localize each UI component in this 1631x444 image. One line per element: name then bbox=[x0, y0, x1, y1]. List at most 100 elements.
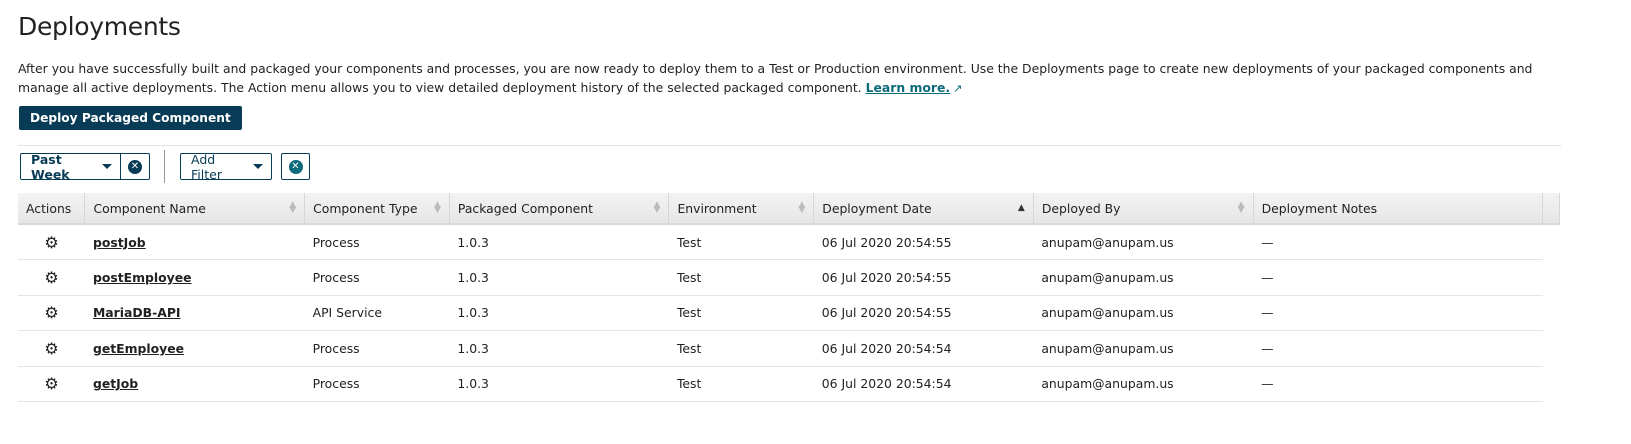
spacer-cell bbox=[1543, 331, 1560, 367]
deployment-date-cell: 06 Jul 2020 20:54:54 bbox=[813, 330, 1034, 367]
close-circle-icon: ✕ bbox=[128, 159, 142, 174]
component-name-cell: postEmployee bbox=[84, 259, 305, 296]
component-name-link[interactable]: postEmployee bbox=[93, 270, 192, 285]
deployed-by-cell: anupam@anupam.us bbox=[1033, 366, 1254, 402]
chevron-down-icon bbox=[253, 164, 263, 169]
column-header-deployed-by[interactable]: Deployed By ▲ ▼ bbox=[1033, 193, 1254, 225]
component-type-cell: API Service bbox=[304, 295, 450, 331]
component-name-cell: postJob bbox=[84, 224, 305, 260]
packaged-component-cell: 1.0.3 bbox=[449, 259, 669, 296]
packaged-component-cell: 1.0.3 bbox=[449, 224, 669, 260]
packaged-component-cell: 1.0.3 bbox=[449, 330, 669, 367]
table-row: ⚙ MariaDB-API API Service 1.0.3 Test 06 Jul 2… bbox=[18, 295, 1560, 331]
component-name-link[interactable]: getJob bbox=[93, 376, 138, 391]
header-label: Component Name bbox=[93, 200, 206, 216]
deployed-by-cell: anupam@anupam.us bbox=[1033, 330, 1254, 367]
page-description: After you have successfully built and pa… bbox=[18, 59, 1578, 98]
deployed-by-cell: anupam@anupam.us bbox=[1033, 295, 1254, 331]
add-filter-content: Add Filter bbox=[181, 152, 271, 182]
deployment-notes-cell: — bbox=[1253, 366, 1543, 402]
column-header-environment[interactable]: Environment ▲ ▼ bbox=[668, 193, 815, 225]
environment-cell: Test bbox=[668, 366, 814, 402]
clear-all-filters-button[interactable]: ✕ bbox=[281, 153, 310, 180]
time-range-label: Past Week bbox=[31, 151, 70, 182]
component-type-cell: Process bbox=[304, 224, 450, 260]
filter-separator bbox=[164, 150, 165, 183]
sort-ascending-icon: ▲ bbox=[1017, 203, 1025, 213]
learn-more-link[interactable]: Learn more. bbox=[866, 80, 951, 95]
component-name-cell: getEmployee bbox=[84, 330, 305, 367]
column-header-deployment-date[interactable]: Deployment Date ▲ bbox=[813, 193, 1034, 225]
actions-cell: ⚙ bbox=[18, 366, 85, 402]
clear-time-range-button[interactable]: ✕ bbox=[120, 154, 149, 179]
gear-icon[interactable]: ⚙ bbox=[44, 339, 58, 358]
close-circle-icon: ✕ bbox=[288, 159, 303, 174]
actions-cell: ⚙ bbox=[18, 330, 85, 367]
deployment-notes-cell: — bbox=[1253, 224, 1543, 260]
time-range-dropdown[interactable]: Past Week bbox=[21, 151, 120, 182]
header-label: Environment bbox=[677, 200, 757, 216]
actions-cell: ⚙ bbox=[18, 224, 85, 260]
table-row: ⚙ postEmployee Process 1.0.3 Test 06 Jul 2020… bbox=[18, 259, 1560, 296]
table-row: ⚙ getEmployee Process 1.0.3 Test 06 Jul 2020 … bbox=[18, 330, 1560, 367]
header-label: Component Type bbox=[313, 200, 418, 216]
deployed-by-cell: anupam@anupam.us bbox=[1033, 259, 1254, 296]
sort-icon: ▲ ▼ bbox=[798, 200, 806, 215]
column-header-deployment-notes: Deployment Notes bbox=[1253, 193, 1544, 225]
deployment-date-cell: 06 Jul 2020 20:54:55 bbox=[813, 295, 1034, 331]
deployed-by-cell: anupam@anupam.us bbox=[1033, 224, 1254, 260]
table-header-row: Actions Component Name ▲ ▼ Component Type ▲… bbox=[18, 193, 1560, 225]
spacer-cell bbox=[1543, 295, 1560, 331]
deployment-date-cell: 06 Jul 2020 20:54:55 bbox=[813, 224, 1034, 260]
spacer-cell bbox=[1543, 224, 1560, 260]
header-label: Deployed By bbox=[1041, 200, 1121, 216]
component-name-cell: MariaDB-API bbox=[84, 295, 305, 331]
table-row: ⚙ postJob Process 1.0.3 Test 06 Jul 2020 20:5… bbox=[18, 224, 1560, 260]
column-header-spacer bbox=[1542, 193, 1560, 225]
deployments-table: Actions Component Name ▲ ▼ Component Type ▲… bbox=[18, 193, 1560, 402]
add-filter-dropdown[interactable]: Add Filter bbox=[180, 152, 272, 182]
description-text: After you have successfully built and pa… bbox=[18, 61, 1533, 95]
actions-cell: ⚙ bbox=[18, 295, 85, 331]
deployment-notes-cell: — bbox=[1253, 259, 1543, 296]
column-header-packaged-component[interactable]: Packaged Component ▲ ▼ bbox=[449, 193, 670, 225]
environment-cell: Test bbox=[668, 330, 814, 367]
deployment-date-cell: 06 Jul 2020 20:54:54 bbox=[813, 366, 1034, 402]
header-label: Deployment Date bbox=[822, 200, 932, 216]
deployment-notes-cell: — bbox=[1253, 295, 1543, 331]
sort-icon: ▲ ▼ bbox=[653, 200, 661, 215]
divider bbox=[18, 145, 1561, 146]
component-type-cell: Process bbox=[304, 330, 450, 367]
component-name-link[interactable]: MariaDB-API bbox=[93, 305, 181, 320]
header-label: Packaged Component bbox=[457, 200, 594, 216]
spacer-cell bbox=[1543, 366, 1560, 402]
chevron-down-icon bbox=[102, 164, 112, 169]
environment-cell: Test bbox=[668, 295, 814, 331]
page-title: Deployments bbox=[18, 12, 181, 41]
column-header-component-name[interactable]: Component Name ▲ ▼ bbox=[84, 193, 306, 225]
sort-icon: ▲ ▼ bbox=[1237, 200, 1245, 215]
time-range-filter: Past Week ✕ bbox=[20, 151, 150, 182]
deployment-date-cell: 06 Jul 2020 20:54:55 bbox=[813, 259, 1034, 296]
packaged-component-cell: 1.0.3 bbox=[449, 366, 669, 402]
actions-cell: ⚙ bbox=[18, 259, 85, 296]
gear-icon[interactable]: ⚙ bbox=[44, 268, 58, 287]
component-name-link[interactable]: postJob bbox=[93, 235, 146, 250]
spacer-cell bbox=[1543, 260, 1560, 296]
gear-icon[interactable]: ⚙ bbox=[44, 374, 58, 393]
deployment-notes-cell: — bbox=[1253, 330, 1543, 367]
environment-cell: Test bbox=[668, 224, 814, 260]
sort-icon: ▲ ▼ bbox=[289, 200, 297, 215]
sort-icon: ▲ ▼ bbox=[433, 200, 441, 215]
gear-icon[interactable]: ⚙ bbox=[44, 303, 58, 322]
table-row: ⚙ getJob Process 1.0.3 Test 06 Jul 2020 20:54… bbox=[18, 366, 1560, 402]
component-type-cell: Process bbox=[304, 259, 450, 296]
component-type-cell: Process bbox=[304, 366, 450, 402]
column-header-component-type[interactable]: Component Type ▲ ▼ bbox=[304, 193, 450, 225]
component-name-link[interactable]: getEmployee bbox=[93, 341, 184, 356]
gear-icon[interactable]: ⚙ bbox=[44, 233, 58, 252]
component-name-cell: getJob bbox=[84, 366, 305, 402]
external-link-icon: ↗ bbox=[953, 82, 963, 95]
deploy-packaged-component-button[interactable]: Deploy Packaged Component bbox=[19, 106, 242, 130]
packaged-component-cell: 1.0.3 bbox=[449, 295, 669, 331]
